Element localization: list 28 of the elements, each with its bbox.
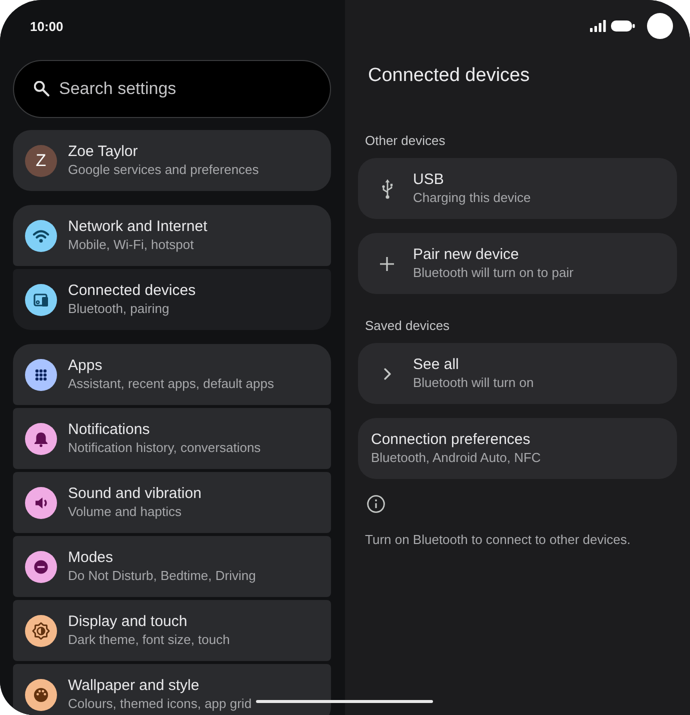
battery-icon: [611, 20, 635, 32]
settings-item[interactable]: Network and Internet Mobile, Wi-Fi, hotspot: [13, 205, 331, 266]
settings-item[interactable]: Display and touch Dark theme, font size, touch: [13, 600, 331, 661]
search-icon: [34, 81, 50, 97]
device-option[interactable]: USB Charging this device: [358, 158, 677, 219]
device-option[interactable]: Pair new device Bluetooth will turn on to pair: [358, 233, 677, 294]
avatar: Z: [25, 144, 57, 176]
status-time: 10:00: [30, 18, 64, 34]
settings-item[interactable]: Connected devices Bluetooth, pairing: [13, 269, 331, 330]
settings-item[interactable]: Modes Do Not Disturb, Bedtime, Driving: [13, 536, 331, 597]
search-field[interactable]: Search settings: [13, 60, 331, 118]
info-icon: [367, 495, 385, 513]
chevron-right-icon: [384, 368, 390, 380]
device-option[interactable]: See all Bluetooth will turn on: [358, 343, 677, 404]
section-label: Saved devices: [364, 317, 450, 334]
section-label: Other devices: [364, 132, 446, 149]
device-option[interactable]: Connection preferences Bluetooth, Android Auto, NFC: [358, 418, 677, 479]
usb-icon: [382, 178, 392, 198]
account-item[interactable]: Z Zoe Taylor Google services and preferences: [13, 130, 331, 191]
settings-item[interactable]: Notifications Notification history, conversations: [13, 408, 331, 469]
signal-icon: [590, 20, 606, 32]
page-title: Connected devices: [367, 64, 530, 88]
settings-item[interactable]: Apps Assistant, recent apps, default apps: [13, 344, 331, 405]
plus-icon: [380, 256, 394, 270]
info-text: Turn on Bluetooth to connect to other devices.: [364, 531, 630, 548]
camera-cutout-icon: [647, 13, 673, 39]
settings-item[interactable]: Wallpaper and style Colours, themed icons, app grid: [13, 664, 331, 715]
settings-item[interactable]: Sound and vibration Volume and haptics: [13, 472, 331, 533]
